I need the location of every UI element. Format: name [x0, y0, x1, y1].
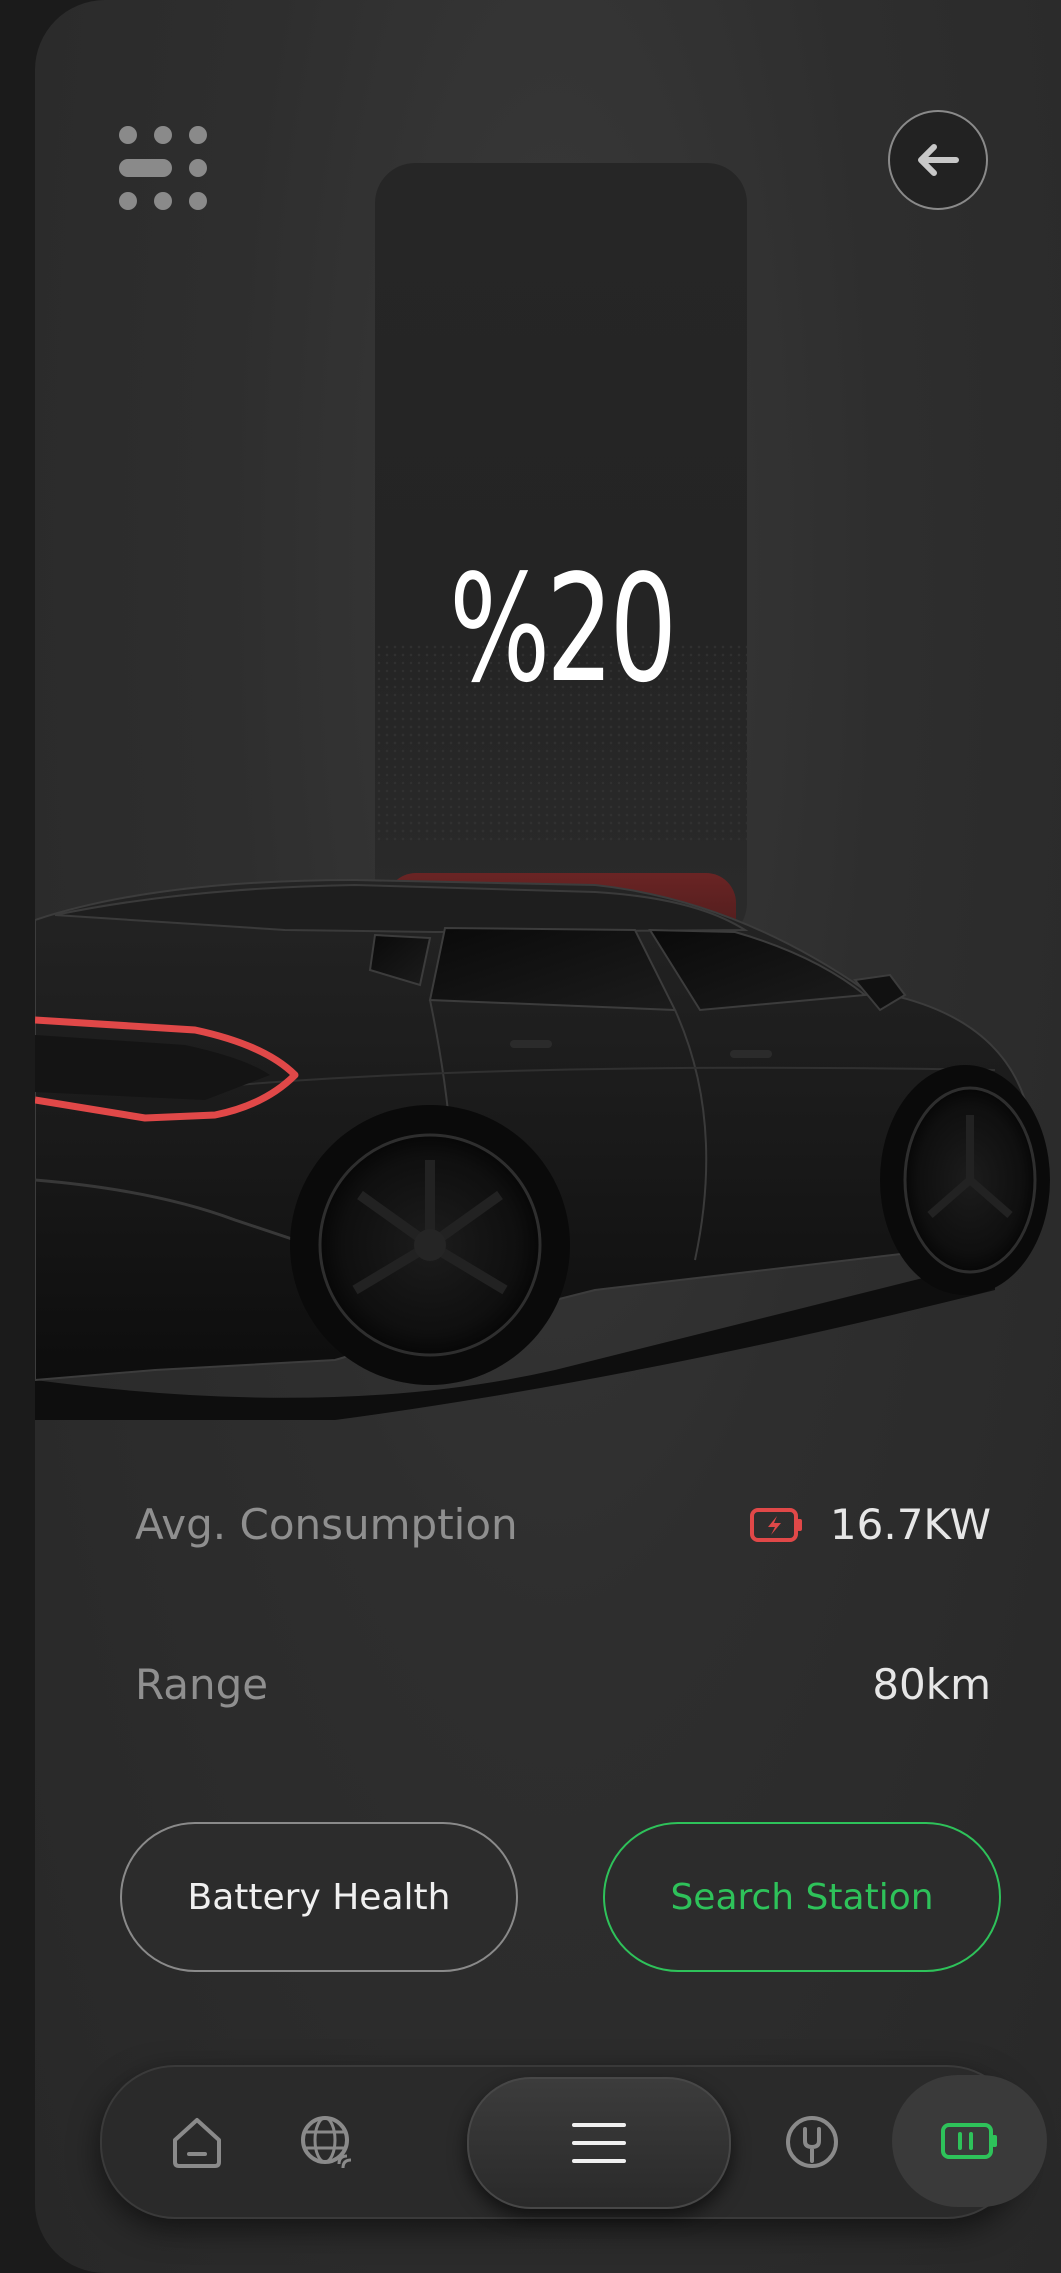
arrow-left-icon	[918, 144, 959, 176]
nav-home[interactable]	[152, 2067, 242, 2217]
wrench-icon	[786, 2116, 838, 2168]
apps-grid-icon[interactable]	[118, 125, 208, 211]
battery-health-button[interactable]: Battery Health	[120, 1822, 518, 1972]
nav-menu[interactable]	[467, 2077, 731, 2209]
app-screen: %20 Avg. Consumption 16.7KW Range 80km B…	[35, 0, 1061, 2273]
menu-icon	[572, 2123, 626, 2163]
nav-service[interactable]	[767, 2067, 857, 2217]
battery-charging-icon	[749, 1507, 802, 1542]
battery-icon	[940, 2123, 997, 2159]
stat-avg-consumption: Avg. Consumption 16.7KW	[135, 1500, 991, 1549]
stat-label: Avg. Consumption	[135, 1500, 518, 1549]
stat-value: 16.7KW	[829, 1500, 991, 1549]
stat-value: 80km	[872, 1660, 991, 1709]
car-image	[35, 878, 1050, 1420]
home-icon	[173, 2118, 221, 2168]
search-station-button[interactable]: Search Station	[603, 1822, 1001, 1972]
battery-percent: %20	[449, 543, 677, 715]
stat-range: Range 80km	[135, 1660, 991, 1709]
back-button[interactable]	[888, 110, 988, 210]
bottom-nav	[100, 2065, 1047, 2219]
globe-icon	[301, 2116, 352, 2169]
nav-globe[interactable]	[282, 2067, 372, 2217]
stat-label: Range	[135, 1660, 269, 1709]
nav-battery[interactable]	[892, 2075, 1047, 2207]
